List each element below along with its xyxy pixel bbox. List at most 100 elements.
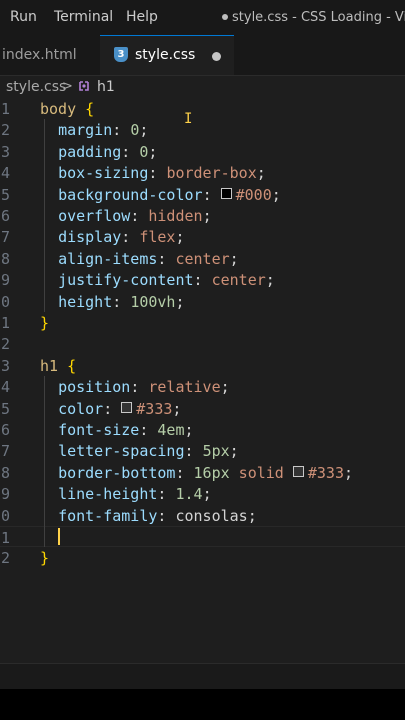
modified-dot-icon xyxy=(222,13,228,20)
line-number: 15 xyxy=(0,399,11,418)
code-token: ; xyxy=(247,506,257,525)
code-token: background-color xyxy=(58,185,203,204)
css3-icon: 3 xyxy=(114,47,128,62)
code-line[interactable]: 8 align-items: center; xyxy=(0,248,405,269)
code-token: 100vh xyxy=(130,292,176,311)
line-number: 6 xyxy=(0,207,10,225)
code-token: ; xyxy=(175,292,185,311)
code-token: #000 xyxy=(235,185,272,204)
window-title-text: style.css - CSS Loading - Visu xyxy=(232,10,405,25)
code-editor[interactable]: I 1 body {2 margin: 0; 3 padding: 0; 4 box-… xyxy=(0,98,405,663)
line-number: 7 xyxy=(0,228,10,247)
code-token: #333 xyxy=(136,399,173,418)
symbol-icon xyxy=(77,79,91,94)
line-number: 5 xyxy=(0,185,10,204)
color-swatch-icon[interactable] xyxy=(292,465,304,477)
code-token: : xyxy=(139,421,158,439)
code-line[interactable]: 22} xyxy=(0,547,405,568)
menu-run[interactable]: Run xyxy=(10,9,37,25)
code-token: flex xyxy=(139,228,176,247)
code-token: overflow xyxy=(58,207,131,225)
unsaved-changes-icon[interactable] xyxy=(212,52,221,61)
tab-index-html[interactable]: index.html xyxy=(0,35,100,75)
code-line[interactable]: 20 font-family: consolas; xyxy=(0,505,405,526)
code-token: box-sizing xyxy=(58,164,149,183)
code-line[interactable]: 15 color: #333; xyxy=(0,398,405,419)
code-line[interactable]: 14 position: relative; xyxy=(0,376,405,397)
code-token: : xyxy=(148,164,167,183)
code-token: hidden xyxy=(148,207,203,225)
code-line[interactable]: 6 overflow: hidden; xyxy=(0,205,405,226)
tab-style-css[interactable]: 3 style.css xyxy=(100,35,234,75)
code-line[interactable]: 18 border-bottom: 16px solid #333; xyxy=(0,462,405,483)
color-swatch-icon[interactable] xyxy=(220,187,232,199)
menu-help[interactable]: Help xyxy=(126,9,158,25)
code-token: : xyxy=(157,506,176,525)
code-text: } xyxy=(40,549,49,567)
code-line[interactable]: 1 body { xyxy=(0,98,405,119)
code-text: box-sizing: border-box; xyxy=(40,164,266,182)
line-number: 16 xyxy=(0,421,11,439)
code-token: ; xyxy=(220,378,230,397)
status-area xyxy=(0,689,405,720)
line-number: 11 xyxy=(0,314,11,332)
code-line[interactable]: 11} xyxy=(0,312,405,333)
code-line[interactable]: 7 display: flex; xyxy=(0,226,405,247)
code-token: : xyxy=(157,485,176,504)
code-token: ; xyxy=(184,421,194,439)
color-swatch-icon[interactable] xyxy=(121,401,133,413)
code-token: body xyxy=(40,100,77,118)
code-line[interactable]: 13 h1 { xyxy=(0,355,405,376)
code-token: height xyxy=(58,292,113,311)
code-line[interactable]: 10 height: 100vh; xyxy=(0,291,405,312)
code-line[interactable]: 2 margin: 0; xyxy=(0,119,405,140)
line-number: 10 xyxy=(0,292,11,311)
code-token: 5px xyxy=(202,442,230,461)
code-token: consolas xyxy=(175,506,248,525)
code-line[interactable]: 9 justify-content: center; xyxy=(0,269,405,290)
code-line[interactable]: 3 padding: 0; xyxy=(0,141,405,162)
code-token: { xyxy=(67,356,77,375)
code-text: font-size: 4em; xyxy=(40,421,194,439)
code-line[interactable]: 5 background-color: #000; xyxy=(0,184,405,205)
code-token: : xyxy=(193,271,212,290)
line-number: 4 xyxy=(0,164,10,183)
code-token: ; xyxy=(202,207,212,225)
code-token: relative xyxy=(148,378,221,397)
code-line[interactable]: 21 xyxy=(0,526,405,548)
line-number: 14 xyxy=(0,378,11,397)
code-token: ; xyxy=(229,249,239,268)
code-text: h1 { xyxy=(40,357,76,375)
code-line[interactable]: 17 letter-spacing: 5px; xyxy=(0,440,405,461)
code-text: color: #333; xyxy=(40,400,181,418)
code-line[interactable]: 4 box-sizing: border-box; xyxy=(0,162,405,183)
breadcrumb-file[interactable]: style.css xyxy=(6,79,66,95)
code-line[interactable]: 12 xyxy=(0,333,405,354)
code-line[interactable]: 19 line-height: 1.4; xyxy=(0,483,405,504)
code-token: center xyxy=(175,249,230,268)
code-line[interactable]: 16 font-size: 4em; xyxy=(0,419,405,440)
menu-terminal[interactable]: Terminal xyxy=(54,9,113,25)
code-token: 1.4 xyxy=(175,485,203,504)
breadcrumb: style.css > h1 xyxy=(0,76,405,98)
code-text: letter-spacing: 5px; xyxy=(40,442,239,460)
title-bar: Run Terminal Help style.css - CSS Loadin… xyxy=(0,0,405,35)
line-number: 17 xyxy=(0,442,11,461)
line-number: 19 xyxy=(0,485,11,504)
code-token: : xyxy=(184,442,203,461)
line-number: 20 xyxy=(0,506,11,525)
code-token: letter-spacing xyxy=(58,442,185,461)
line-number: 8 xyxy=(0,249,10,268)
code-text xyxy=(40,528,61,547)
code-token: #333 xyxy=(307,463,344,482)
code-token: center xyxy=(211,271,266,290)
breadcrumb-symbol[interactable]: h1 xyxy=(97,79,115,95)
